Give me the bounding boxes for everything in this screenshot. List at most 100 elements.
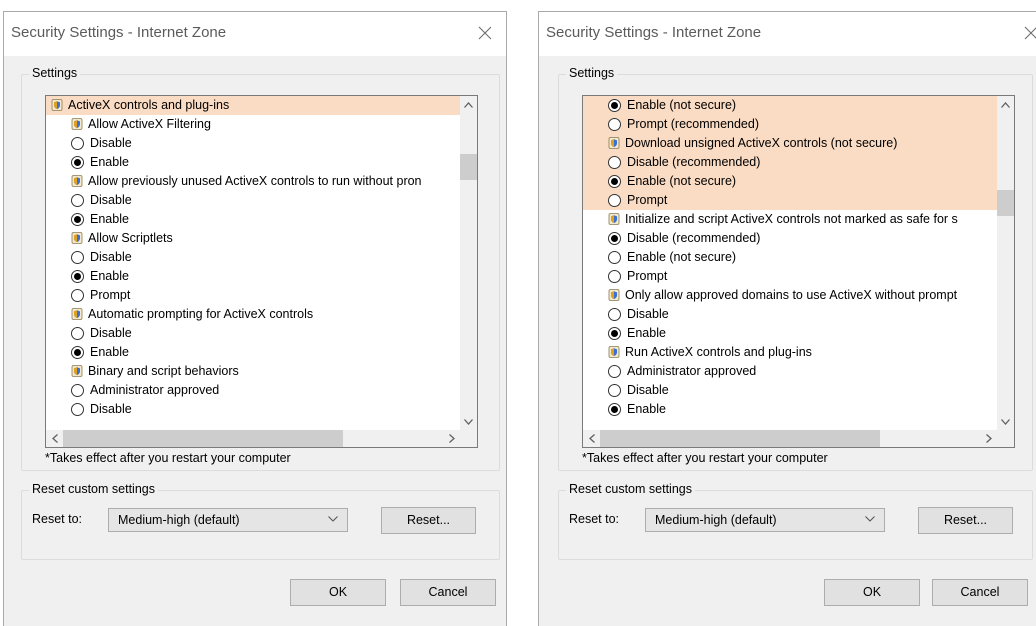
radio-button[interactable]	[608, 118, 621, 131]
reset-level-select[interactable]: Medium-high (default)	[645, 508, 885, 532]
setting-option[interactable]: Disable	[583, 305, 997, 324]
setting-option[interactable]: Enable	[583, 400, 997, 419]
setting-option[interactable]: Enable (not secure)	[583, 248, 997, 267]
radio-button[interactable]	[608, 384, 621, 397]
setting-option[interactable]: Disable	[46, 400, 460, 419]
radio-button-selected[interactable]	[608, 403, 621, 416]
settings-shield-icon	[71, 117, 83, 130]
setting-option[interactable]: Enable (not secure)	[583, 96, 997, 115]
setting-label: Enable	[90, 155, 129, 169]
setting-label: Binary and script behaviors	[88, 364, 239, 378]
chevron-up-icon	[1001, 101, 1010, 108]
setting-option[interactable]: Prompt (recommended)	[583, 115, 997, 134]
chevron-right-icon	[985, 434, 992, 443]
setting-option[interactable]: Prompt	[583, 267, 997, 286]
setting-option[interactable]: Enable	[46, 343, 460, 362]
radio-button[interactable]	[71, 137, 84, 150]
settings-tree-list[interactable]: ActiveX controls and plug-ins Allow Activ…	[45, 95, 478, 448]
scroll-left-button[interactable]	[583, 430, 600, 447]
vertical-scrollbar[interactable]	[997, 96, 1014, 430]
radio-button[interactable]	[71, 384, 84, 397]
radio-button-selected[interactable]	[71, 213, 84, 226]
radio-button[interactable]	[71, 194, 84, 207]
setting-label: Disable	[90, 136, 132, 150]
setting-option[interactable]: Disable	[46, 191, 460, 210]
radio-button[interactable]	[71, 403, 84, 416]
scroll-right-button[interactable]	[980, 430, 997, 447]
setting-label: Allow previously unused ActiveX controls…	[88, 174, 422, 188]
setting-label: Prompt	[627, 269, 668, 283]
reset-level-select[interactable]: Medium-high (default)	[108, 508, 348, 532]
radio-button[interactable]	[608, 308, 621, 321]
horizontal-scroll-thumb[interactable]	[600, 430, 880, 447]
restart-note: *Takes effect after you restart your com…	[45, 451, 291, 465]
radio-button[interactable]	[608, 251, 621, 264]
close-button[interactable]	[470, 20, 500, 46]
radio-button-selected[interactable]	[71, 156, 84, 169]
settings-shield-icon	[608, 212, 620, 225]
settings-shield-icon	[71, 364, 83, 377]
setting-option[interactable]: Disable	[583, 381, 997, 400]
reset-button[interactable]: Reset...	[381, 507, 476, 534]
cancel-button[interactable]: Cancel	[932, 579, 1028, 606]
setting-option[interactable]: Enable	[583, 324, 997, 343]
security-settings-dialog-scrolled: Security Settings - Internet Zone Settin…	[538, 11, 1036, 626]
setting-option[interactable]: Enable	[46, 210, 460, 229]
setting-option[interactable]: Disable (recommended)	[583, 153, 997, 172]
radio-button[interactable]	[71, 327, 84, 340]
setting-option[interactable]: Prompt	[583, 191, 997, 210]
radio-button-selected[interactable]	[608, 99, 621, 112]
radio-button[interactable]	[71, 289, 84, 302]
scroll-down-button[interactable]	[460, 413, 477, 430]
chevron-left-icon	[588, 434, 595, 443]
close-button[interactable]	[1016, 20, 1036, 46]
radio-button[interactable]	[608, 194, 621, 207]
setting-label: Administrator approved	[627, 364, 757, 378]
radio-button[interactable]	[608, 270, 621, 283]
setting-option[interactable]: Enable (not secure)	[583, 172, 997, 191]
security-settings-dialog: Security Settings - Internet Zone Settin…	[3, 11, 507, 626]
scrollbar-corner	[997, 430, 1014, 447]
radio-button-selected[interactable]	[71, 346, 84, 359]
vertical-scroll-thumb[interactable]	[460, 154, 477, 180]
setting-option[interactable]: Administrator approved	[583, 362, 997, 381]
radio-button-selected[interactable]	[608, 175, 621, 188]
radio-button[interactable]	[71, 251, 84, 264]
setting-option[interactable]: Enable	[46, 267, 460, 286]
radio-button[interactable]	[608, 365, 621, 378]
vertical-scrollbar[interactable]	[460, 96, 477, 430]
ok-button[interactable]: OK	[824, 579, 920, 606]
radio-button-selected[interactable]	[608, 232, 621, 245]
horizontal-scrollbar[interactable]	[46, 430, 460, 447]
settings-tree-list[interactable]: Enable (not secure) Prompt (recommended) D…	[582, 95, 1015, 448]
scroll-up-button[interactable]	[460, 96, 477, 113]
settings-shield-icon	[608, 345, 620, 358]
scrollbar-corner	[460, 430, 477, 447]
reset-level-value: Medium-high (default)	[655, 513, 777, 527]
scroll-left-button[interactable]	[46, 430, 63, 447]
cancel-button[interactable]: Cancel	[400, 579, 496, 606]
setting-label: Only allow approved domains to use Activ…	[625, 288, 958, 302]
scroll-down-button[interactable]	[997, 413, 1014, 430]
radio-button-selected[interactable]	[608, 327, 621, 340]
setting-option[interactable]: Administrator approved	[46, 381, 460, 400]
scroll-right-button[interactable]	[443, 430, 460, 447]
setting-option[interactable]: Disable (recommended)	[583, 229, 997, 248]
chevron-up-icon	[464, 101, 473, 108]
radio-button-selected[interactable]	[71, 270, 84, 283]
setting-label: Enable	[90, 269, 129, 283]
setting-label: Initialize and script ActiveX controls n…	[625, 212, 958, 226]
radio-button[interactable]	[608, 156, 621, 169]
horizontal-scroll-thumb[interactable]	[63, 430, 343, 447]
setting-option[interactable]: Disable	[46, 134, 460, 153]
scroll-up-button[interactable]	[997, 96, 1014, 113]
setting-option[interactable]: Disable	[46, 248, 460, 267]
close-icon	[1024, 26, 1036, 40]
reset-button[interactable]: Reset...	[918, 507, 1013, 534]
setting-option[interactable]: Prompt	[46, 286, 460, 305]
horizontal-scrollbar[interactable]	[583, 430, 997, 447]
vertical-scroll-thumb[interactable]	[997, 190, 1014, 216]
setting-option[interactable]: Enable	[46, 153, 460, 172]
setting-option[interactable]: Disable	[46, 324, 460, 343]
ok-button[interactable]: OK	[290, 579, 386, 606]
